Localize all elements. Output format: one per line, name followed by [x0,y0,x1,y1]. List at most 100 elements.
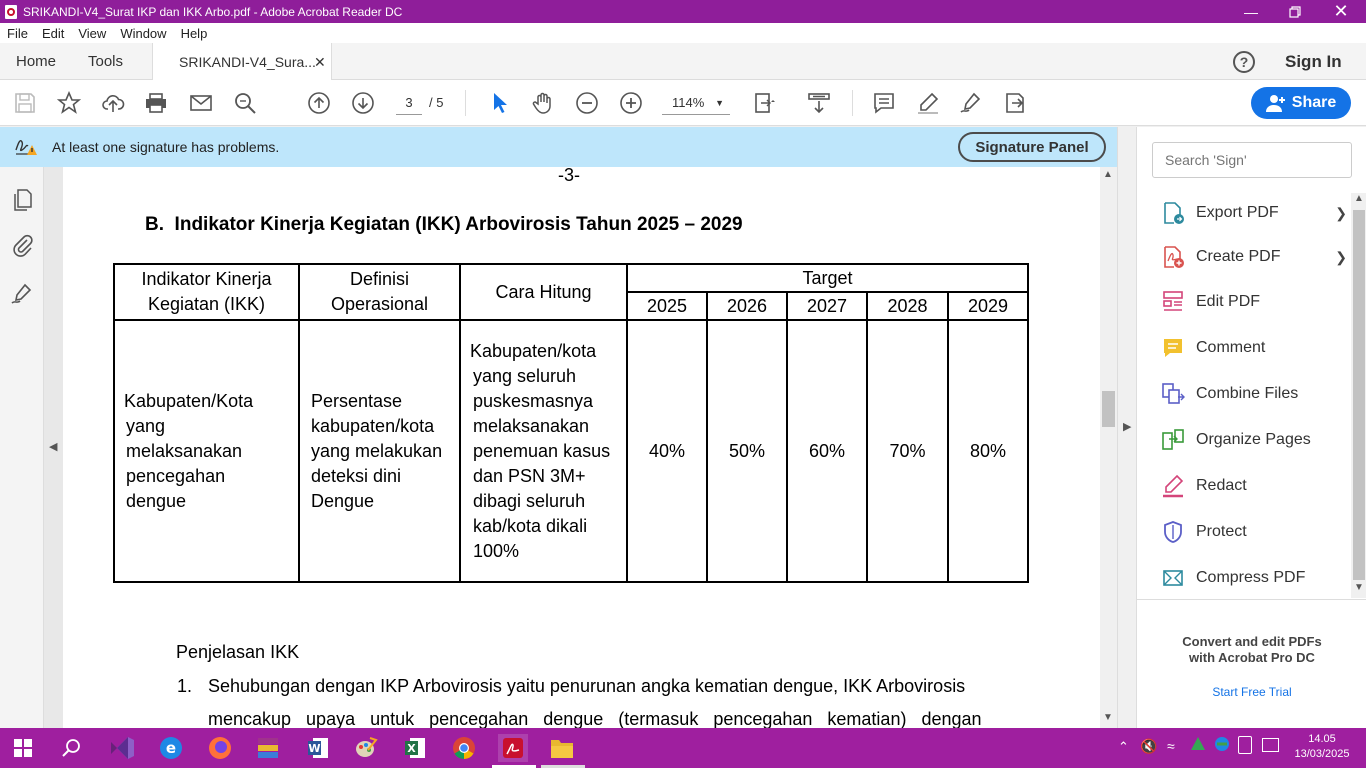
windows-start-icon[interactable] [8,734,38,762]
chevron-up-icon[interactable]: ⌃ [1118,739,1129,755]
tab-tools[interactable]: Tools [88,43,123,80]
tool-comment[interactable]: Comment [1161,333,1357,363]
scroll-down-icon[interactable]: ▼ [1354,582,1364,593]
print-icon[interactable] [144,91,168,115]
chevron-down-icon[interactable]: ❯ [1335,249,1347,266]
hand-tool-icon[interactable] [531,91,555,115]
page-fit-icon[interactable] [753,91,777,115]
wifi-icon[interactable]: ≈ [1167,738,1175,754]
menu-window[interactable]: Window [113,26,173,41]
page-number-input[interactable]: 3 [396,93,422,115]
compress-pdf-icon [1163,570,1183,586]
tool-organize-pages[interactable]: Organize Pages [1161,425,1357,455]
header-year: 2028 [866,291,949,321]
cell-line: dengue [126,490,187,511]
help-icon[interactable]: ? [1233,51,1255,73]
edge-browser-icon[interactable]: e [156,734,186,762]
scroll-down-icon[interactable]: ▼ [1103,712,1113,723]
tool-protect[interactable]: Protect [1161,517,1357,547]
signature-panel-icon[interactable] [10,282,34,306]
title-bar: SRIKANDI-V4_Surat IKP dan IKK Arbo.pdf -… [0,0,1366,23]
menu-file[interactable]: File [0,26,35,41]
chevron-down-icon[interactable]: ❯ [1335,205,1347,222]
tool-export-pdf[interactable]: Export PDF ❯ [1161,198,1357,228]
right-panel-collapse[interactable]: ▶ [1117,127,1136,728]
scroll-up-icon[interactable]: ▲ [1354,193,1364,204]
zoom-in-icon[interactable] [619,91,643,115]
select-cursor-icon[interactable] [488,91,512,115]
minimize-button[interactable]: — [1228,0,1274,23]
previous-page-icon[interactable] [307,91,331,115]
restore-button[interactable] [1272,0,1318,23]
winrar-icon[interactable] [253,734,283,762]
chrome-icon[interactable] [449,734,479,762]
close-button[interactable]: ✕ [1318,0,1364,23]
save-icon[interactable] [13,91,37,115]
zoom-out-icon[interactable] [575,91,599,115]
paint-icon[interactable] [351,734,381,762]
scrolling-mode-icon[interactable] [807,91,831,115]
menu-edit[interactable]: Edit [35,26,71,41]
signature-panel-button[interactable]: Signature Panel [958,132,1106,162]
section-heading: B. Indikator Kinerja Kegiatan (IKK) Arbo… [145,214,743,235]
scroll-up-icon[interactable]: ▲ [1103,169,1113,180]
scrollbar-thumb[interactable] [1353,210,1365,580]
sign-in-link[interactable]: Sign In [1285,52,1342,72]
email-icon[interactable] [189,91,213,115]
document-viewport[interactable]: -3- B. Indikator Kinerja Kegiatan (IKK) … [63,167,1100,728]
highlight-pen-icon[interactable] [916,91,940,115]
page-thumbnails-icon[interactable] [10,188,34,212]
drive-icon[interactable] [1190,736,1206,752]
battery-icon[interactable] [1238,736,1252,754]
comment-icon[interactable] [872,91,896,115]
file-explorer-icon[interactable] [547,734,577,762]
search-icon[interactable] [57,734,87,762]
cell-cara-hitung: Kabupaten/kota yang seluruh puskesmasnya… [459,319,628,583]
firefox-icon[interactable] [205,734,235,762]
menu-help[interactable]: Help [174,26,215,41]
tool-edit-pdf[interactable]: Edit PDF [1161,287,1357,317]
tab-document[interactable]: SRIKANDI-V4_Sura... ✕ [152,43,332,81]
acrobat-taskbar-icon[interactable] [498,734,528,762]
speaker-mute-icon[interactable]: 🔇 [1140,738,1157,755]
tool-compress-pdf[interactable]: Compress PDF [1161,563,1357,593]
upload-cloud-icon[interactable] [101,91,125,115]
bookmark-star-icon[interactable] [57,91,81,115]
clock-date: 13/03/2025 [1294,748,1350,760]
word-icon[interactable]: W [303,734,333,762]
scrollbar-thumb[interactable] [1102,391,1115,427]
explanation-line: mencakup upaya untuk pencegahan dengue (… [208,709,982,728]
svg-text:e: e [166,739,176,757]
header-cara-hitung: Cara Hitung [459,263,628,321]
search-icon[interactable] [233,91,257,115]
tool-combine-files[interactable]: Combine Files [1161,379,1357,409]
visual-studio-icon[interactable] [107,734,137,762]
tools-scrollbar[interactable]: ▲ ▼ [1351,193,1366,598]
excel-icon[interactable]: X [400,734,430,762]
cell-target: 40% [626,319,708,583]
fill-sign-icon[interactable] [959,91,983,115]
tool-redact[interactable]: Redact [1161,471,1357,501]
document-scrollbar[interactable]: ▲ ▼ [1100,167,1117,728]
more-tools-icon[interactable] [1003,91,1027,115]
tab-home[interactable]: Home [16,43,56,80]
menu-view[interactable]: View [71,26,113,41]
tool-label: Redact [1196,477,1247,494]
attachment-icon[interactable] [10,233,34,257]
signature-warning-bar: At least one signature has problems. [0,127,1117,167]
tool-create-pdf[interactable]: Create PDF ❯ [1161,242,1357,272]
next-page-icon[interactable] [351,91,375,115]
left-panel-collapse[interactable]: ◀ [44,167,63,728]
share-button[interactable]: Share [1251,87,1351,119]
notification-icon[interactable] [1262,738,1279,752]
header-ikk-line: Kegiatan (IKK) [147,294,266,314]
menu-bar: File Edit View Window Help [0,23,1366,43]
network-icon[interactable] [1214,736,1230,752]
zoom-select[interactable]: 114% ▼ [662,93,730,115]
clock[interactable]: 14.05 13/03/2025 [1290,732,1354,762]
search-sign-input[interactable] [1152,142,1352,178]
header-year: 2026 [706,291,788,321]
start-free-trial-link[interactable]: Start Free Trial [1137,685,1366,699]
toolbar: 3 / 5 114% ▼ [0,80,1366,126]
tab-close-icon[interactable]: ✕ [314,54,326,71]
